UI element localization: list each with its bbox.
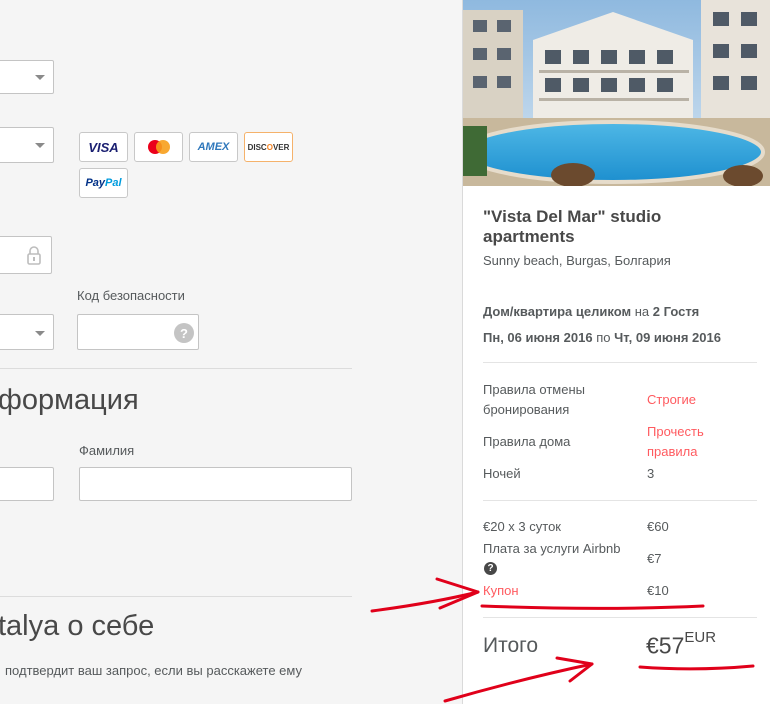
nightly-rate-label: €20 x 3 суток — [483, 519, 561, 534]
date-separator: по — [596, 330, 611, 345]
section-divider — [0, 596, 352, 597]
booking-summary: "Vista Del Mar" studio apartments Sunny … — [462, 0, 770, 704]
currency-label: EUR — [684, 629, 717, 646]
total-value: €57 — [646, 632, 685, 659]
cancel-policy-label: Правила отмены бронирования — [483, 382, 585, 417]
last-name-input[interactable] — [79, 467, 352, 501]
guests: 2 Гостя — [652, 304, 700, 319]
help-icon[interactable]: ? — [174, 323, 194, 343]
nightly-rate-value: €60 — [647, 519, 669, 534]
lock-icon — [27, 246, 41, 265]
for-word: на — [634, 304, 650, 319]
service-fee-value: €7 — [647, 551, 662, 566]
home-type-line: Дом/квартира целиком на 2 Гостя — [483, 302, 699, 322]
paypal-icon: PayPal — [79, 168, 128, 198]
last-name-label: Фамилия — [79, 443, 135, 458]
listing-location: Sunny beach, Burgas, Болгария — [483, 253, 671, 268]
country-select[interactable] — [0, 60, 54, 94]
payment-type-select[interactable] — [0, 127, 54, 163]
chevron-down-icon — [35, 331, 45, 336]
card-number-input[interactable] — [0, 236, 52, 274]
date-to: Чт, 09 июня 2016 — [614, 330, 721, 345]
expiry-select[interactable] — [0, 314, 54, 350]
chevron-down-icon — [35, 75, 45, 80]
coupon-value: €10 — [647, 583, 669, 598]
divider — [483, 500, 757, 501]
nights-label: Ночей — [483, 466, 521, 481]
date-from: Пн, 06 июня 2016 — [483, 330, 593, 345]
nights-value: 3 — [647, 466, 655, 481]
total-label: Итого — [483, 634, 539, 657]
section-title-info: формация — [0, 384, 139, 416]
amex-card-icon: AMEX — [189, 132, 238, 162]
home-type: Дом/квартира целиком — [483, 304, 632, 319]
coupon-label[interactable]: Купон — [483, 581, 519, 601]
cancel-policy-value[interactable]: Строгие — [647, 390, 696, 410]
visa-card-icon: VISA — [79, 132, 128, 162]
listing-photo[interactable] — [463, 0, 770, 186]
security-code-input[interactable]: ? — [77, 314, 199, 350]
house-rules-link[interactable]: Прочесть правила — [647, 422, 727, 462]
house-rules-label: Правила дома — [483, 434, 571, 449]
listing-title[interactable]: "Vista Del Mar" studio apartments — [483, 207, 733, 247]
service-fee-help-icon[interactable]: ? — [484, 562, 497, 575]
security-code-label: Код безопасности — [77, 288, 185, 303]
dates-line: Пн, 06 июня 2016 по Чт, 09 июня 2016 — [483, 328, 721, 348]
chevron-down-icon — [35, 143, 45, 148]
first-name-input[interactable] — [0, 467, 54, 501]
total-value-group: €57EUR — [646, 629, 717, 663]
service-fee-label: Плата за услуги Airbnb — [483, 541, 621, 556]
divider — [483, 617, 757, 618]
discover-card-icon: DISCOVER — [244, 132, 293, 162]
about-hint-text: подтвердит ваш запрос, если вы расскажет… — [5, 663, 302, 678]
section-divider — [0, 368, 352, 369]
divider — [483, 362, 757, 363]
mastercard-icon — [134, 132, 183, 162]
section-title-about: talya о себе — [0, 610, 155, 642]
